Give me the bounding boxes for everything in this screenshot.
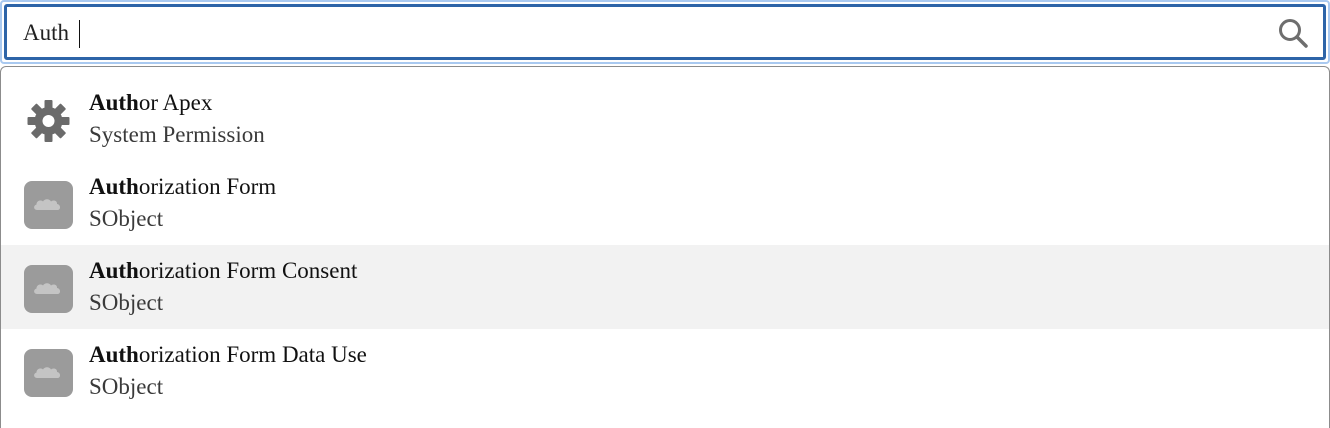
rest-text: orization Form Consent bbox=[138, 258, 358, 283]
gear-icon bbox=[24, 97, 73, 145]
rest-text: orization Form Data Use bbox=[138, 342, 367, 367]
rest-text: or Apex bbox=[138, 90, 213, 115]
result-option-author-apex[interactable]: Author Apex System Permission bbox=[1, 77, 1329, 161]
salesforce-cloud-icon bbox=[24, 265, 73, 313]
search-box[interactable] bbox=[4, 4, 1326, 60]
result-title: Authorization Form Data Use bbox=[89, 342, 367, 368]
rest-text: orization Form bbox=[138, 174, 277, 199]
match-text: Auth bbox=[89, 342, 139, 367]
result-option-authorization-form-consent[interactable]: Authorization Form Consent SObject bbox=[1, 245, 1329, 329]
result-type: SObject bbox=[89, 206, 164, 231]
search-input[interactable] bbox=[23, 15, 1253, 51]
result-option-authorization-form[interactable]: Authorization Form SObject bbox=[1, 161, 1329, 245]
text-caret bbox=[79, 20, 80, 48]
search-icon[interactable] bbox=[1277, 17, 1309, 49]
match-text: Auth bbox=[89, 174, 139, 199]
result-title: Authorization Form Consent bbox=[89, 258, 357, 284]
match-text: Auth bbox=[89, 258, 139, 283]
search-combobox bbox=[0, 0, 1330, 64]
result-type: System Permission bbox=[89, 122, 265, 147]
results-dropdown: Author Apex System Permission Authorizat… bbox=[0, 66, 1330, 428]
salesforce-cloud-icon bbox=[24, 181, 73, 229]
match-text: Auth bbox=[89, 90, 139, 115]
result-option-authorization-form-data-use[interactable]: Authorization Form Data Use SObject bbox=[1, 329, 1329, 413]
salesforce-cloud-icon bbox=[24, 349, 73, 397]
result-type: SObject bbox=[89, 290, 164, 315]
result-type: SObject bbox=[89, 374, 164, 399]
result-title: Author Apex bbox=[89, 90, 212, 116]
result-title: Authorization Form bbox=[89, 174, 276, 200]
